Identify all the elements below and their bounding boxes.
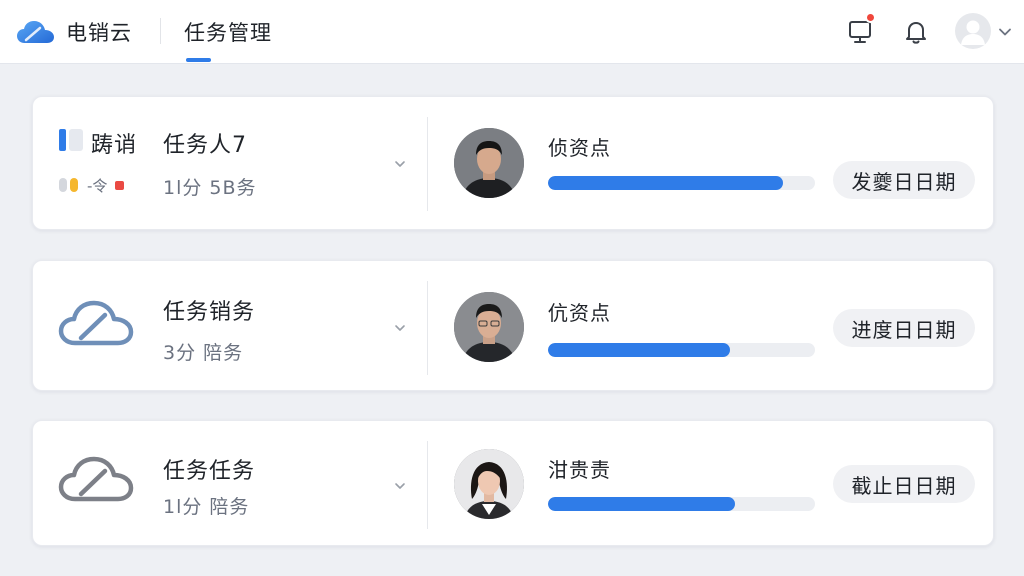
progress-fill — [548, 176, 783, 190]
assignee-name: 侦资点 — [548, 136, 611, 160]
task-card[interactable]: 任务任务 1l分 陪务 泔贵责 截止日日期 — [32, 420, 994, 546]
task-card[interactable]: 任务销务 3分 陪务 伉资点 进度日日期 — [32, 260, 994, 391]
task-subtitle: 1l分 陪务 — [163, 496, 250, 518]
status-bars-icon — [59, 129, 83, 151]
chevron-down-icon[interactable] — [393, 479, 407, 493]
red-dot-icon — [115, 181, 125, 190]
date-chip[interactable]: 截止日日期 — [833, 465, 975, 503]
header-divider — [160, 18, 161, 44]
task-prefix: 踌诮 — [91, 133, 138, 158]
task-title: 任务销务 — [163, 300, 256, 325]
chevron-down-icon[interactable] — [393, 157, 407, 171]
bell-icon — [906, 22, 926, 44]
date-chip[interactable]: 进度日日期 — [833, 309, 975, 347]
user-avatar[interactable] — [955, 13, 991, 49]
active-tab-indicator — [186, 58, 211, 62]
progress-bar — [548, 497, 815, 511]
task-title: 任务任务 — [163, 459, 256, 484]
progress-fill — [548, 497, 735, 511]
assignee-name: 泔贵责 — [548, 458, 611, 482]
assignee-avatar — [454, 128, 524, 198]
app-name: 电销云 — [66, 21, 132, 45]
assignee-avatar — [454, 292, 524, 362]
task-subtitle: 1l分 5B务 — [163, 177, 257, 199]
bell-button[interactable] — [901, 16, 931, 48]
cloud-logo-icon — [17, 21, 54, 43]
date-chip[interactable]: 发夔日日期 — [833, 161, 975, 199]
chevron-down-icon[interactable] — [998, 25, 1012, 39]
card-divider — [427, 441, 428, 529]
task-card[interactable]: 踌诮 -令 任务人7 1l分 5B务 侦资点 发夔日日期 — [32, 96, 994, 230]
assignee-name: 伉资点 — [548, 301, 611, 325]
user-avatar-icon — [961, 20, 985, 45]
cloud-icon — [58, 300, 134, 346]
notification-badge — [865, 12, 876, 23]
person-photo-icon — [454, 128, 524, 198]
task-title: 任务人7 — [163, 133, 247, 158]
progress-fill — [548, 343, 730, 357]
person-photo-icon — [454, 449, 524, 519]
task-subtitle: 3分 陪务 — [163, 342, 244, 364]
card-divider — [427, 117, 428, 211]
top-bar: 电销云 任务管理 — [0, 0, 1024, 64]
tag-pills-icon — [59, 178, 78, 192]
task-tags: -令 — [59, 175, 127, 195]
person-photo-icon — [454, 292, 524, 362]
brand[interactable]: 电销云 — [16, 16, 132, 48]
progress-bar — [548, 343, 815, 357]
card-divider — [427, 281, 428, 375]
progress-bar — [548, 176, 815, 190]
cloud-icon — [58, 456, 134, 502]
tag-label: -令 — [87, 176, 108, 195]
tab-task-management[interactable]: 任务管理 — [184, 17, 272, 47]
assignee-avatar — [454, 449, 524, 519]
monitor-icon — [849, 21, 871, 43]
chevron-down-icon[interactable] — [393, 321, 407, 335]
